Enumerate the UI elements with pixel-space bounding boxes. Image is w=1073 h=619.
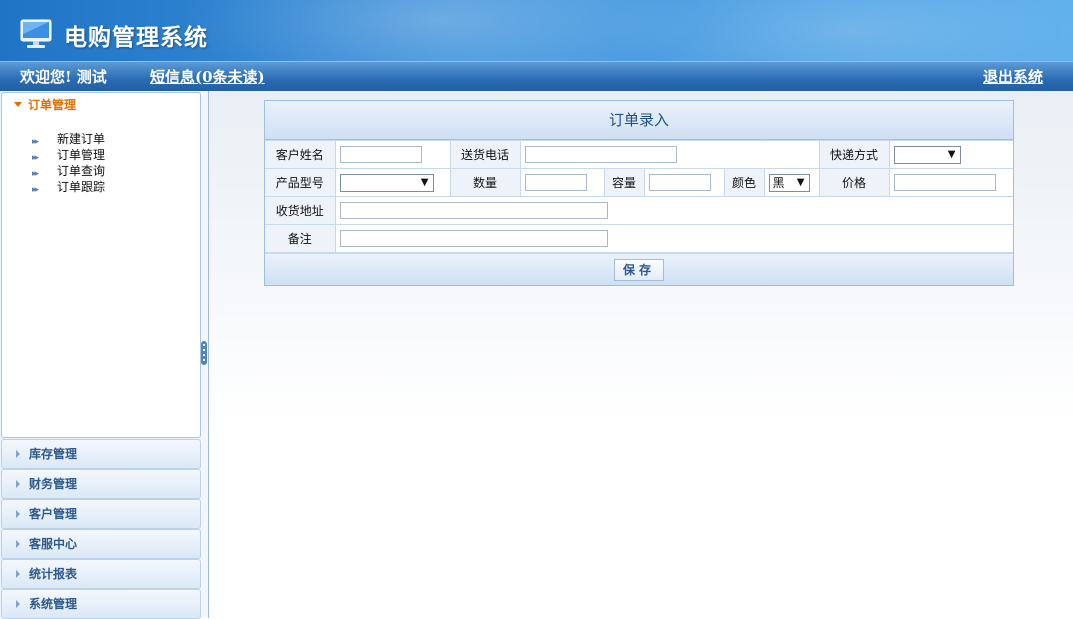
sidebar-menu-list: ▸▸ 新建订单 ▸▸ 订单管理 ▸▸ 订单查询 ▸▸ 订单跟踪 xyxy=(2,131,200,195)
caret-right-icon xyxy=(16,570,20,578)
sidebar-splitter[interactable] xyxy=(201,91,209,618)
product-model-select[interactable]: ▼ xyxy=(339,173,434,192)
form-title: 订单录入 xyxy=(265,101,1013,140)
logout-link[interactable]: 退出系统 xyxy=(983,66,1043,87)
sidebar-panel-label: 系统管理 xyxy=(29,597,78,611)
caret-right-icon xyxy=(16,510,20,518)
sidebar-panel-service-center[interactable]: 客服中心 xyxy=(1,529,201,559)
sidebar-panel-finance[interactable]: 财务管理 xyxy=(1,469,201,499)
monitor-icon xyxy=(20,19,52,48)
header-banner: 电购管理系统 xyxy=(0,0,1073,61)
form-footer: 保存 xyxy=(265,253,1013,285)
sidebar-panel-order-management: 订单管理 ▸▸ 新建订单 ▸▸ 订单管理 ▸▸ 订单查询 ▸▸ 订单跟踪 xyxy=(1,92,201,438)
double-arrow-icon: ▸▸ xyxy=(32,185,39,195)
caret-right-icon xyxy=(16,540,20,548)
sidebar-item-order-management[interactable]: ▸▸ 订单管理 xyxy=(2,147,200,163)
remark-input[interactable] xyxy=(339,230,608,247)
express-select[interactable]: ▼ xyxy=(893,145,961,164)
sidebar-item-order-query[interactable]: ▸▸ 订单查询 xyxy=(2,163,200,179)
sidebar-panel-customers[interactable]: 客户管理 xyxy=(1,499,201,529)
color-select-value: 黑 xyxy=(772,175,785,190)
address-label: 收货地址 xyxy=(265,196,336,225)
main-content: 订单录入 客户姓名 送货电话 快递方式 ▼ 产品型号 ▼ 数量 容量 颜色 黑 … xyxy=(209,91,1073,618)
phone-input[interactable] xyxy=(524,146,677,163)
sidebar-panel-label: 客服中心 xyxy=(29,537,78,551)
express-label: 快递方式 xyxy=(818,140,890,169)
sidebar-panel-inventory[interactable]: 库存管理 xyxy=(1,439,201,469)
sidebar-panel-system[interactable]: 系统管理 xyxy=(1,589,201,619)
sidebar-panel-header[interactable]: 订单管理 xyxy=(2,93,200,117)
sidebar: 订单管理 ▸▸ 新建订单 ▸▸ 订单管理 ▸▸ 订单查询 ▸▸ 订单跟踪 库存管理 财务… xyxy=(0,91,201,619)
quantity-label: 数量 xyxy=(449,168,521,197)
product-model-label: 产品型号 xyxy=(265,168,336,197)
caret-right-icon xyxy=(16,480,20,488)
dropdown-arrow-icon: ▼ xyxy=(796,176,805,188)
splitter-grip-icon[interactable] xyxy=(201,341,207,365)
messages-link[interactable]: 短信息(0条未读) xyxy=(150,66,265,87)
caret-down-icon xyxy=(14,102,22,107)
sidebar-item-new-order[interactable]: ▸▸ 新建订单 xyxy=(2,131,200,147)
sidebar-panel-title: 订单管理 xyxy=(28,98,77,112)
order-entry-form: 订单录入 客户姓名 送货电话 快递方式 ▼ 产品型号 ▼ 数量 容量 颜色 黑 … xyxy=(264,100,1014,286)
sidebar-panel-reports[interactable]: 统计报表 xyxy=(1,559,201,589)
sidebar-item-order-tracking[interactable]: ▸▸ 订单跟踪 xyxy=(2,179,200,195)
top-bar: 欢迎您! 测试 短信息(0条未读) 退出系统 xyxy=(0,61,1073,91)
welcome-text: 欢迎您! 测试 xyxy=(20,68,107,86)
sidebar-panel-label: 统计报表 xyxy=(29,567,78,581)
banner-glow-2 xyxy=(600,0,1073,61)
caret-right-icon xyxy=(16,600,20,608)
capacity-label: 容量 xyxy=(603,168,645,197)
capacity-input[interactable] xyxy=(648,174,711,191)
color-select[interactable]: 黑 ▼ xyxy=(768,173,810,192)
phone-label: 送货电话 xyxy=(449,140,521,169)
order-form-table: 客户姓名 送货电话 快递方式 ▼ 产品型号 ▼ 数量 容量 颜色 黑▼ 价格 xyxy=(265,140,1013,253)
price-label: 价格 xyxy=(818,168,890,197)
app-title: 电购管理系统 xyxy=(64,25,208,51)
price-input[interactable] xyxy=(893,174,996,191)
sidebar-item-label: 订单管理 xyxy=(57,148,106,162)
sidebar-panel-label: 财务管理 xyxy=(29,477,78,491)
dropdown-arrow-icon: ▼ xyxy=(947,148,956,160)
remark-label: 备注 xyxy=(265,224,336,253)
sidebar-item-label: 订单跟踪 xyxy=(57,180,106,194)
sidebar-panel-label: 客户管理 xyxy=(29,507,78,521)
address-input[interactable] xyxy=(339,202,608,219)
color-label: 颜色 xyxy=(723,168,765,197)
save-button[interactable]: 保存 xyxy=(613,259,664,281)
quantity-input[interactable] xyxy=(524,174,587,191)
customer-name-label: 客户姓名 xyxy=(265,140,336,169)
sidebar-item-label: 新建订单 xyxy=(57,132,106,146)
sidebar-panel-label: 库存管理 xyxy=(29,447,78,461)
customer-name-input[interactable] xyxy=(339,146,422,163)
dropdown-arrow-icon: ▼ xyxy=(420,176,429,188)
sidebar-item-label: 订单查询 xyxy=(57,164,106,178)
caret-right-icon xyxy=(16,450,20,458)
